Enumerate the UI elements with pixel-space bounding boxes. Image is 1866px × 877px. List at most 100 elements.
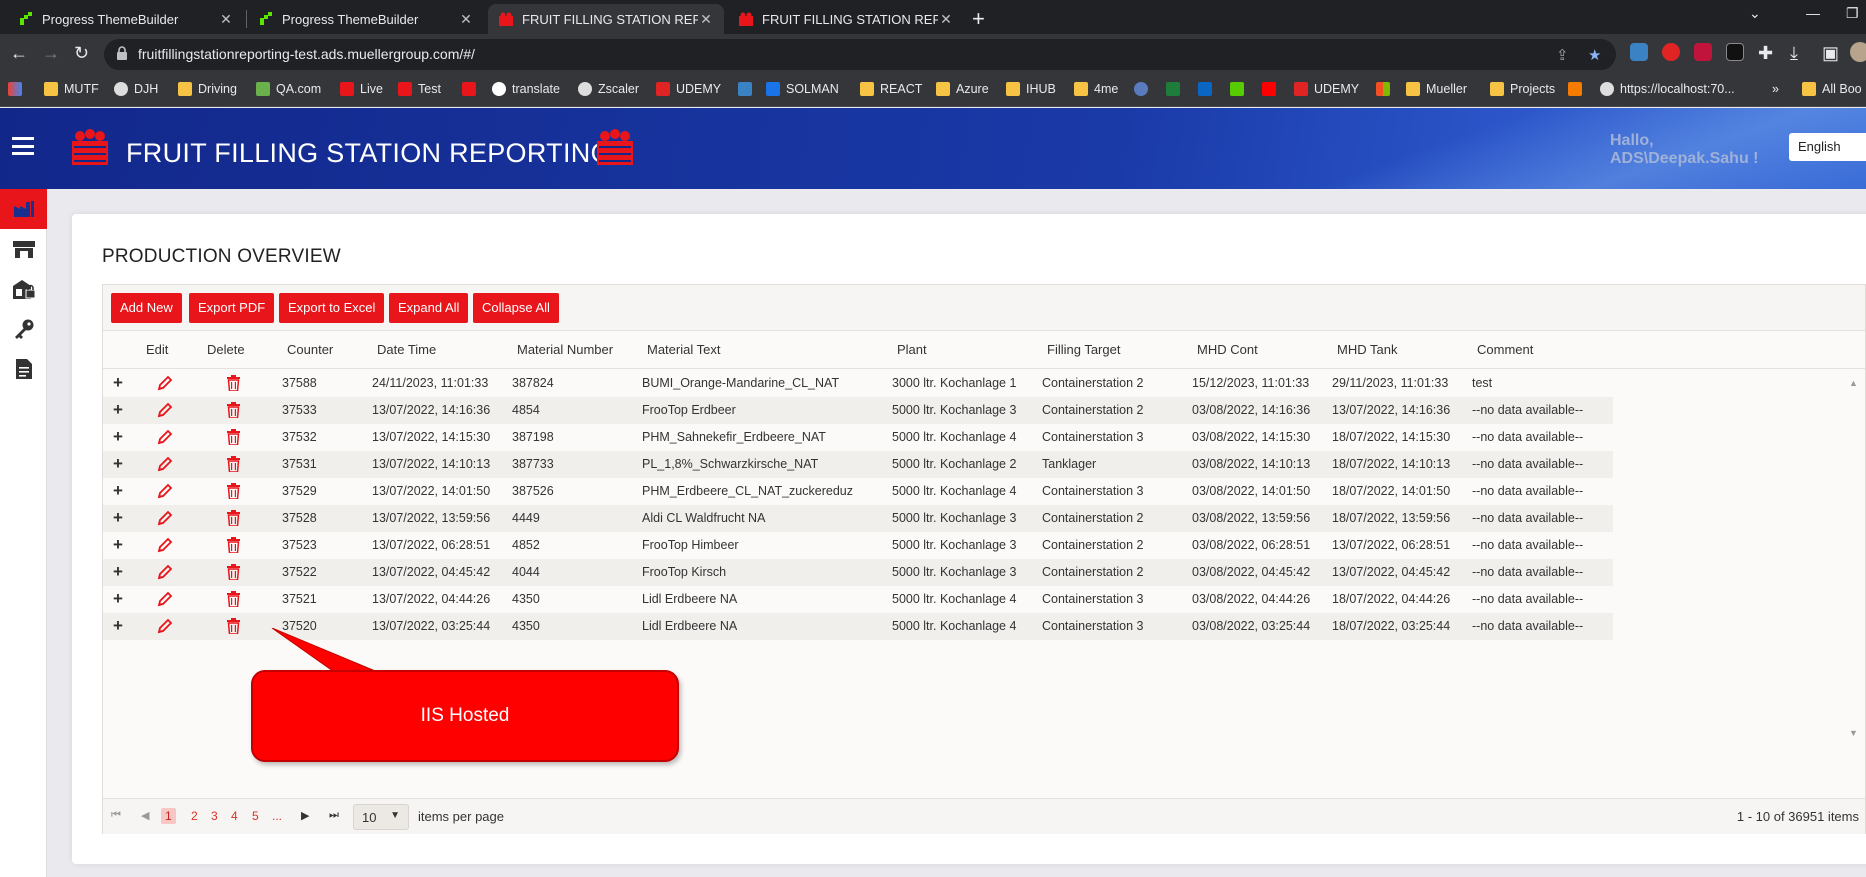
page-number[interactable]: 4 — [231, 809, 238, 823]
sidebar-item-production[interactable] — [0, 189, 47, 229]
avatar[interactable] — [1850, 42, 1866, 62]
trash-icon[interactable] — [227, 429, 240, 445]
bookmark-item[interactable]: REACT — [860, 82, 922, 96]
close-icon[interactable]: ✕ — [458, 11, 474, 28]
bookmark-item[interactable]: DJH — [114, 82, 158, 96]
column-header-material-number[interactable]: Material Number — [517, 342, 613, 357]
language-select[interactable]: English — [1789, 133, 1866, 161]
bookmark-item[interactable] — [462, 82, 482, 96]
collapse-all-button[interactable]: Collapse All — [473, 293, 559, 323]
edit-pencil-icon[interactable] — [157, 483, 173, 499]
maximize-button[interactable]: ❐ — [1846, 5, 1859, 22]
bookmark-item[interactable]: translate — [492, 82, 560, 96]
export-pdf-button[interactable]: Export PDF — [189, 293, 275, 323]
trash-icon[interactable] — [227, 564, 240, 580]
extension-icon[interactable] — [1662, 43, 1680, 61]
table-row[interactable]: +37532 13/07/2022, 14:15:30 387198 PHM_Sahn… — [103, 424, 1613, 451]
expand-row-icon[interactable]: + — [113, 427, 123, 447]
bookmark-item[interactable]: IHUB — [1006, 82, 1056, 96]
download-icon[interactable]: ⤓ — [1790, 43, 1798, 64]
table-row[interactable]: +37523 13/07/2022, 06:28:51 4852 FrooTop Hi… — [103, 532, 1613, 559]
edit-pencil-icon[interactable] — [157, 537, 173, 553]
extension-icon[interactable] — [1630, 43, 1648, 61]
table-row[interactable]: +37529 13/07/2022, 14:01:50 387526 PHM_Erdb… — [103, 478, 1613, 505]
edit-pencil-icon[interactable] — [157, 618, 173, 634]
edit-pencil-icon[interactable] — [157, 402, 173, 418]
bookmark-item[interactable]: Azure — [936, 82, 989, 96]
trash-icon[interactable] — [227, 618, 240, 634]
bookmark-item[interactable]: Driving — [178, 82, 237, 96]
side-panel-icon[interactable]: ▣ — [1822, 43, 1839, 64]
table-row[interactable]: +37528 13/07/2022, 13:59:56 4449 Aldi CL Wa… — [103, 505, 1613, 532]
bookmark-item[interactable] — [738, 82, 758, 96]
expand-row-icon[interactable]: + — [113, 616, 123, 636]
column-header-material-text[interactable]: Material Text — [647, 342, 720, 357]
table-row[interactable]: +37531 13/07/2022, 14:10:13 387733 PL_1,8%_… — [103, 451, 1613, 478]
bookmark-item[interactable]: 4me — [1074, 82, 1118, 96]
edit-pencil-icon[interactable] — [157, 564, 173, 580]
extension-icon[interactable] — [1726, 43, 1744, 61]
table-row[interactable]: +37588 24/11/2023, 11:01:33 387824 BUMI_Ora… — [103, 370, 1613, 397]
star-icon[interactable]: ★ — [1588, 46, 1601, 64]
table-row[interactable]: +37521 13/07/2022, 04:44:26 4350 Lidl Erdbe… — [103, 586, 1613, 613]
browser-tab[interactable]: Progress ThemeBuilder ✕ — [248, 4, 484, 34]
page-ellipsis[interactable]: ... — [272, 809, 282, 823]
expand-all-button[interactable]: Expand All — [389, 293, 469, 323]
browser-tab-active[interactable]: FRUIT FILLING STATION REPORT ✕ — [488, 4, 724, 34]
hamburger-menu-icon[interactable] — [12, 137, 34, 155]
column-header-counter[interactable]: Counter — [287, 342, 333, 357]
sidebar-item-reports[interactable] — [0, 349, 47, 389]
bookmark-item[interactable]: UDEMY — [1294, 82, 1359, 96]
expand-row-icon[interactable]: + — [113, 454, 123, 474]
share-icon[interactable]: ⇪ — [1556, 46, 1569, 64]
reload-icon[interactable]: ↻ — [74, 43, 89, 64]
bookmark-item[interactable]: Projects — [1490, 82, 1555, 96]
bookmark-item[interactable]: Live — [340, 82, 383, 96]
expand-row-icon[interactable]: + — [113, 508, 123, 528]
back-arrow-icon[interactable]: ← — [10, 43, 28, 64]
bookmark-item[interactable]: Test — [398, 82, 441, 96]
trash-icon[interactable] — [227, 456, 240, 472]
page-size-select[interactable]: 10 ▼ — [353, 804, 409, 830]
browser-tab[interactable]: FRUIT FILLING STATION REPORT ✕ — [728, 4, 964, 34]
edit-pencil-icon[interactable] — [157, 456, 173, 472]
column-header-mhd-tank[interactable]: MHD Tank — [1337, 342, 1397, 357]
sidebar-item-store[interactable] — [0, 229, 47, 269]
trash-icon[interactable] — [227, 375, 240, 391]
previous-page-icon[interactable]: ◀ — [141, 809, 149, 822]
page-number-current[interactable]: 1 — [161, 808, 176, 824]
close-icon[interactable]: ✕ — [698, 11, 714, 28]
expand-row-icon[interactable]: + — [113, 400, 123, 420]
add-new-button[interactable]: Add New — [111, 293, 182, 323]
column-header-filling-target[interactable]: Filling Target — [1047, 342, 1120, 357]
bookmark-item[interactable] — [1262, 82, 1282, 96]
bookmark-item[interactable]: Mueller — [1406, 82, 1467, 96]
page-number[interactable]: 2 — [191, 809, 198, 823]
minimize-button[interactable]: — — [1806, 5, 1820, 21]
puzzle-extensions-icon[interactable]: ✚ — [1758, 43, 1773, 64]
close-icon[interactable]: ✕ — [938, 11, 954, 28]
export-excel-button[interactable]: Export to Excel — [279, 293, 385, 323]
address-bar[interactable]: fruitfillingstationreporting-test.ads.mu… — [104, 39, 1616, 70]
tab-search-chevron-icon[interactable]: ⌄ — [1749, 5, 1761, 22]
column-header-mhd-cont[interactable]: MHD Cont — [1197, 342, 1258, 357]
bookmark-item[interactable] — [8, 82, 28, 96]
expand-row-icon[interactable]: + — [113, 535, 123, 555]
bookmark-item[interactable]: MUTF — [44, 82, 99, 96]
expand-row-icon[interactable]: + — [113, 589, 123, 609]
bookmark-item[interactable]: UDEMY — [656, 82, 721, 96]
bookmark-item[interactable] — [1198, 82, 1218, 96]
sidebar-item-warehouse[interactable] — [0, 269, 47, 309]
column-header-comment[interactable]: Comment — [1477, 342, 1533, 357]
column-header-plant[interactable]: Plant — [897, 342, 927, 357]
bookmark-item[interactable] — [1166, 82, 1186, 96]
page-number[interactable]: 5 — [252, 809, 259, 823]
bookmarks-overflow-chevron-icon[interactable]: » — [1772, 82, 1779, 96]
column-header-delete[interactable]: Delete — [207, 342, 245, 357]
trash-icon[interactable] — [227, 510, 240, 526]
trash-icon[interactable] — [227, 591, 240, 607]
bookmark-item[interactable] — [1134, 82, 1154, 96]
table-row[interactable]: +37533 13/07/2022, 14:16:36 4854 FrooTop Er… — [103, 397, 1613, 424]
expand-row-icon[interactable]: + — [113, 481, 123, 501]
bookmark-item[interactable] — [1230, 82, 1250, 96]
